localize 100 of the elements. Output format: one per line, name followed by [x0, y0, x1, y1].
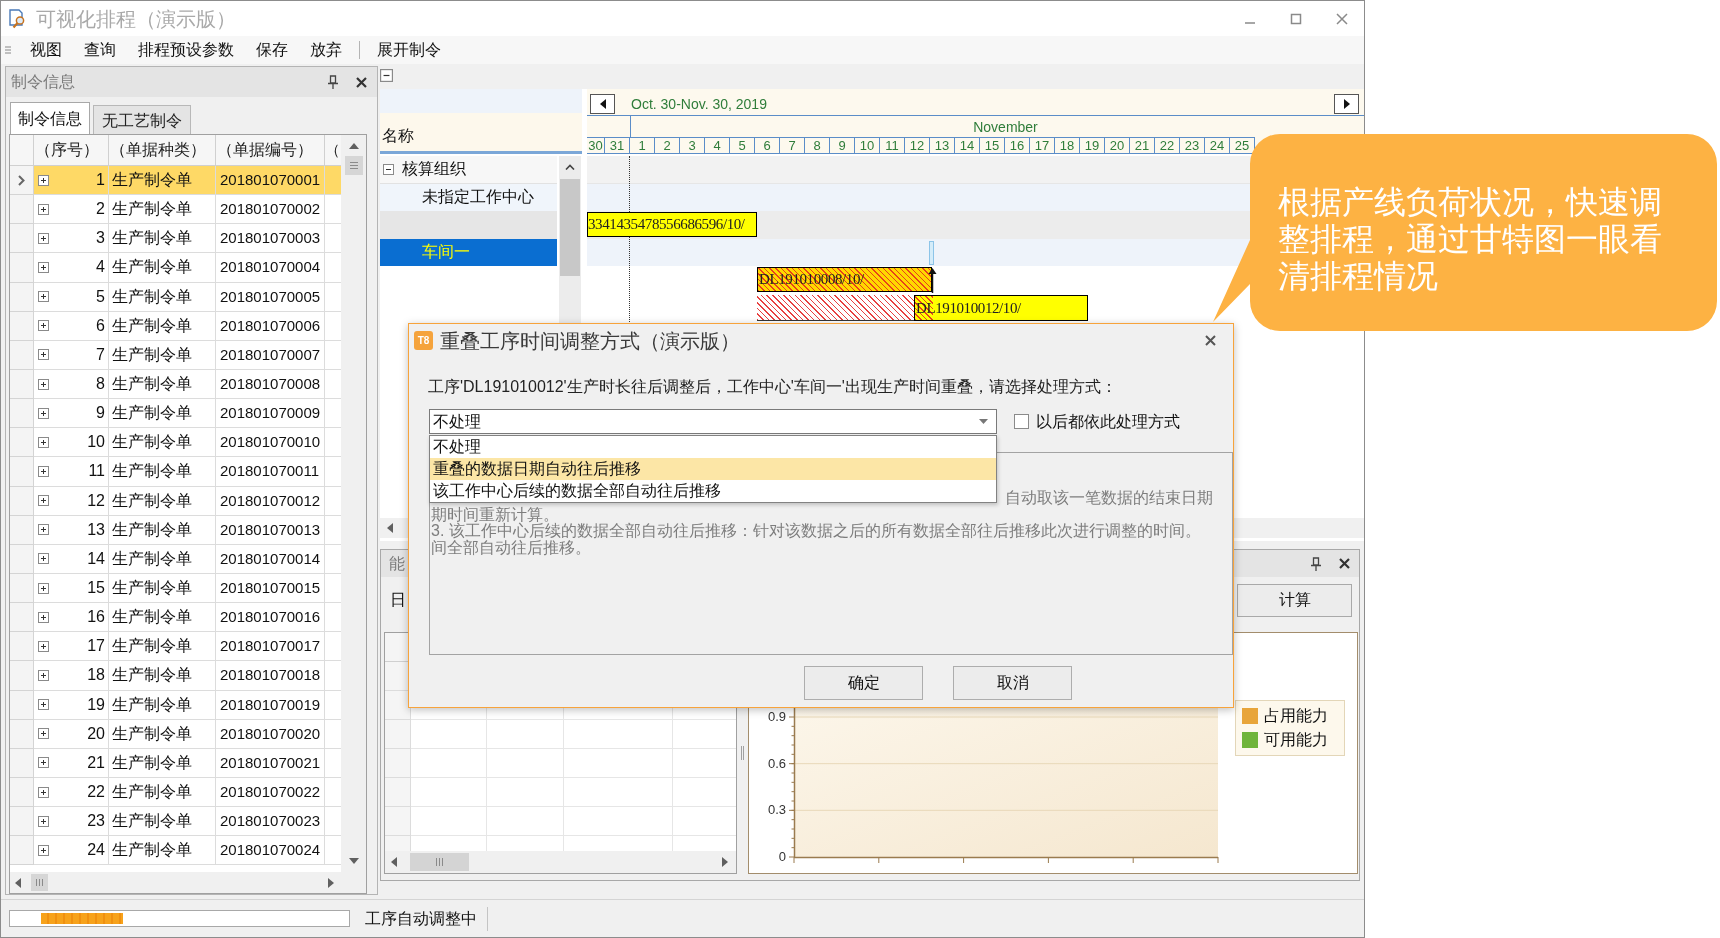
table-row[interactable]: 18 生产制令单 201801070018 [10, 661, 341, 691]
expand-icon[interactable] [38, 582, 49, 594]
table-row[interactable]: 19 生产制令单 201801070019 [10, 690, 341, 720]
scrollbar[interactable] [10, 872, 366, 893]
expand-icon[interactable] [38, 436, 49, 448]
tab[interactable]: 无工艺制令 [93, 105, 191, 134]
table-row[interactable]: 22 生产制令单 201801070022 [10, 777, 341, 808]
tree-item[interactable]: 车间一 [380, 238, 557, 266]
expand-icon[interactable] [38, 262, 49, 273]
expand-icon[interactable] [38, 174, 49, 186]
checkbox[interactable] [1014, 414, 1029, 429]
tab[interactable]: 制令信息 [10, 102, 90, 134]
expand-icon[interactable] [38, 349, 49, 361]
menu-item[interactable]: 排程预设参数 [127, 38, 245, 62]
scrollbar-thumb[interactable] [344, 156, 363, 175]
expand-icon[interactable] [38, 611, 49, 623]
table-row[interactable]: 8 生产制令单 201801070008 [10, 370, 341, 400]
expand-icon[interactable] [38, 524, 49, 536]
dropdown-option[interactable]: 重叠的数据日期自动往后推移 [430, 458, 996, 480]
expand-icon[interactable] [38, 553, 49, 565]
menu-item[interactable]: 查询 [73, 38, 127, 62]
expand-icon[interactable] [38, 407, 49, 419]
expand-icon[interactable] [38, 728, 49, 740]
pin-icon[interactable] [328, 75, 338, 89]
scroll-down-icon[interactable] [348, 858, 359, 864]
table-row[interactable]: 6 生产制令单 201801070006 [10, 311, 341, 341]
expand-icon[interactable] [38, 815, 49, 827]
scrollbar[interactable] [341, 135, 366, 872]
expand-icon[interactable] [38, 844, 49, 856]
pin-icon[interactable] [1311, 556, 1321, 571]
next-button[interactable] [1334, 94, 1359, 114]
table-row[interactable]: 16 生产制令单 201801070016 [10, 603, 341, 633]
table-row[interactable]: 12 生产制令单 201801070012 [10, 486, 341, 516]
scroll-right-icon[interactable] [328, 877, 334, 888]
table-row[interactable]: 15 生产制令单 201801070015 [10, 573, 341, 604]
close-icon[interactable] [1339, 558, 1350, 569]
dropdown-option[interactable]: 该工作中心后续的数据全部自动往后推移 [430, 480, 996, 502]
expand-icon[interactable] [38, 757, 49, 769]
tree-item[interactable]: 核算组织 [380, 156, 557, 184]
scroll-up-icon[interactable] [348, 143, 359, 149]
table-row[interactable]: 21 生产制令单 201801070021 [10, 748, 341, 778]
expand-icon[interactable] [38, 699, 49, 711]
dialog-button[interactable]: 取消 [953, 666, 1072, 700]
expand-icon[interactable] [38, 291, 49, 303]
menu-item[interactable]: 展开制令 [366, 38, 452, 62]
expand-icon[interactable] [38, 378, 49, 390]
scrollbar-thumb[interactable] [31, 874, 48, 891]
checkbox-label[interactable]: 以后都依此处理方式 [1036, 411, 1180, 432]
expand-icon[interactable] [38, 669, 49, 681]
table-row[interactable]: 24 生产制令单 201801070024 [10, 836, 341, 866]
menu-item[interactable]: 视图 [19, 38, 73, 62]
row-number: 23 [87, 811, 105, 832]
close-icon[interactable] [356, 76, 367, 88]
table-row[interactable]: 11 生产制令单 201801070011 [10, 457, 341, 487]
day-cell: 11 [880, 137, 905, 154]
combo-box[interactable]: 不处理 [429, 409, 997, 434]
collapse-icon[interactable] [380, 69, 393, 82]
expand-icon[interactable] [38, 320, 49, 332]
scrollbar[interactable] [385, 851, 736, 873]
day-cell: 10 [855, 137, 880, 154]
menu-item[interactable]: 放弃 [299, 38, 353, 62]
scroll-right-icon[interactable] [722, 857, 728, 867]
expand-icon[interactable] [38, 640, 49, 652]
scrollbar-thumb[interactable] [560, 179, 580, 276]
expand-icon[interactable] [38, 232, 49, 244]
chevron-up-icon[interactable] [565, 164, 575, 170]
close-icon[interactable] [1205, 335, 1216, 346]
table-row[interactable]: 7 生产制令单 201801070007 [10, 340, 341, 370]
table-row[interactable]: 2 生产制令单 201801070002 [10, 195, 341, 225]
resize-handle[interactable] [929, 241, 934, 265]
scroll-left-icon[interactable] [391, 857, 397, 867]
splitter-grip-icon[interactable] [741, 746, 744, 760]
tree-item[interactable]: 未指定工作中心 [380, 183, 557, 211]
scrollbar-thumb[interactable] [410, 853, 469, 871]
table-row[interactable]: 1 生产制令单 201801070001 [10, 166, 341, 196]
expand-icon[interactable] [38, 495, 49, 507]
previous-button[interactable] [590, 94, 615, 114]
table-row[interactable]: 10 生产制令单 201801070010 [10, 428, 341, 458]
dialog-button[interactable]: 确定 [804, 666, 923, 700]
expand-icon[interactable] [38, 465, 49, 477]
scroll-left-icon[interactable] [387, 523, 393, 533]
table-row[interactable]: 9 生产制令单 201801070009 [10, 399, 341, 429]
table-row[interactable]: 4 生产制令单 201801070004 [10, 253, 341, 283]
table-row[interactable]: 23 生产制令单 201801070023 [10, 807, 341, 837]
expand-icon[interactable] [38, 203, 49, 215]
table-row[interactable]: 17 生产制令单 201801070017 [10, 632, 341, 662]
scroll-left-icon[interactable] [15, 877, 21, 888]
table-row[interactable]: 5 生产制令单 201801070005 [10, 282, 341, 312]
expand-icon[interactable] [38, 786, 49, 798]
day-cell: 6 [755, 137, 780, 154]
table-row[interactable]: 13 生产制令单 201801070013 [10, 515, 341, 545]
table-row[interactable]: 3 生产制令单 201801070003 [10, 224, 341, 254]
table-row[interactable]: 20 生产制令单 201801070020 [10, 719, 341, 749]
collapse-icon[interactable] [383, 163, 394, 175]
dropdown-option[interactable]: 不处理 [430, 436, 996, 458]
menu-item[interactable]: 保存 [245, 38, 299, 62]
task-bar[interactable]: 3341435478556686596/10/ [587, 212, 757, 237]
maximize-icon[interactable] [1290, 12, 1302, 25]
calculate-button[interactable]: 计算 [1237, 583, 1352, 617]
table-row[interactable]: 14 生产制令单 201801070014 [10, 544, 341, 574]
